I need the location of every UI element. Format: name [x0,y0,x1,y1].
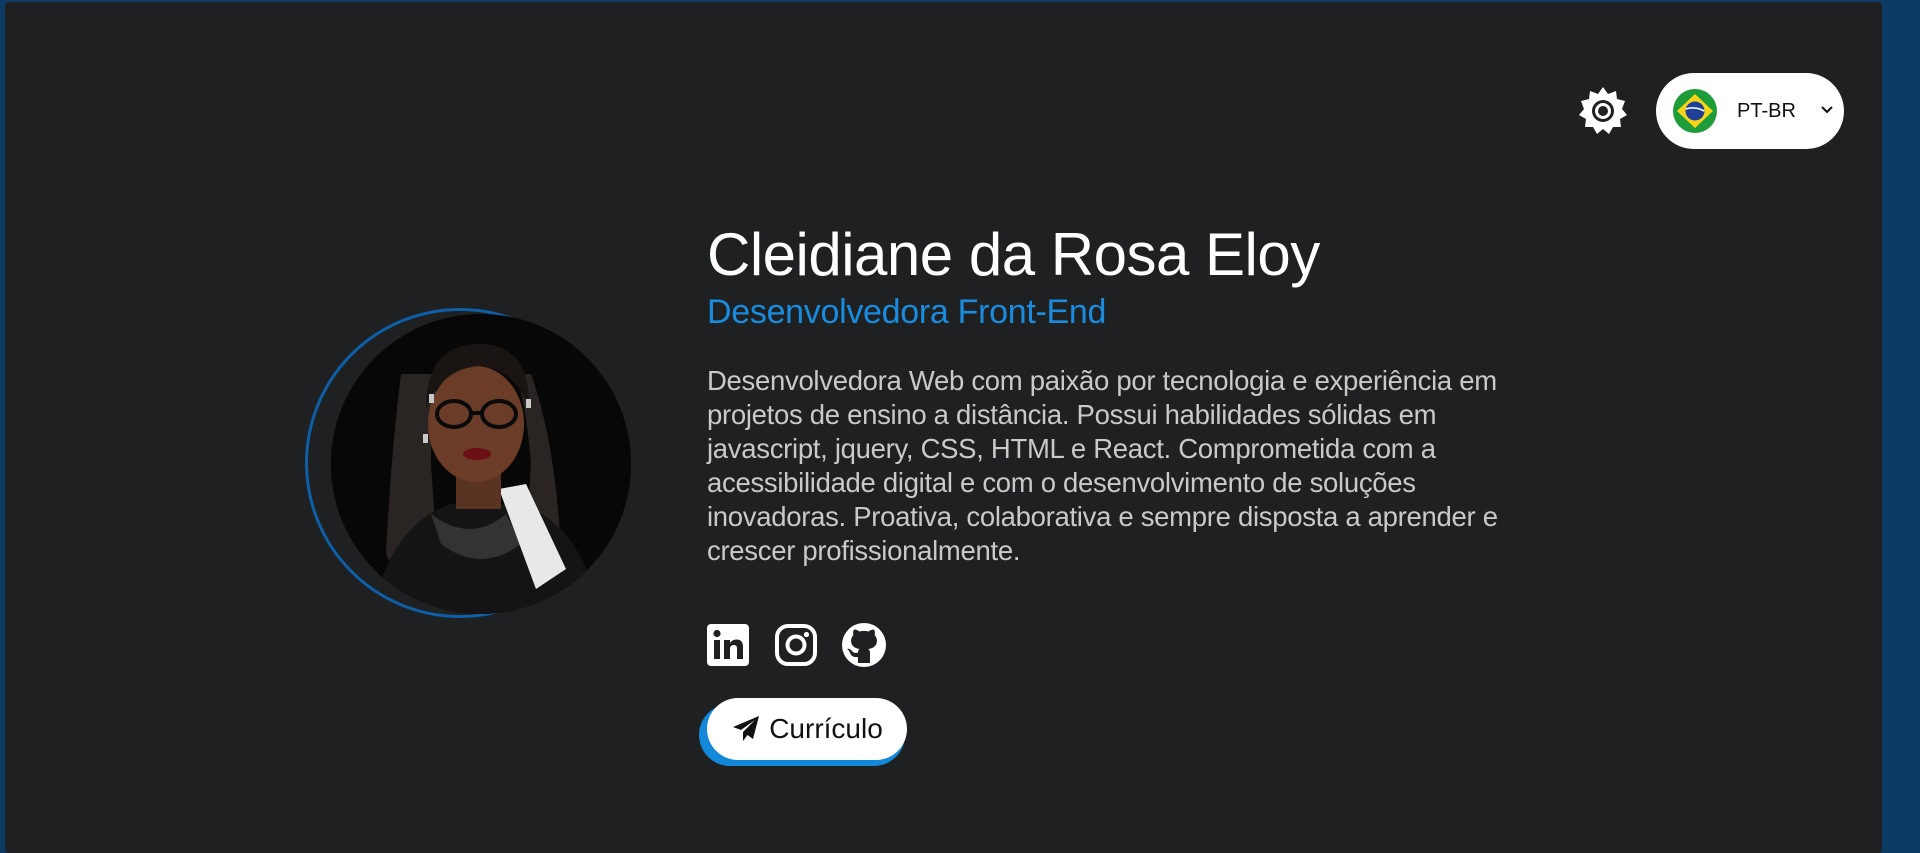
sun-icon [1579,87,1627,134]
theme-toggle-button[interactable] [1575,83,1631,139]
linkedin-icon [707,624,749,666]
language-select[interactable]: PT-BR [1656,73,1844,149]
profile-bio: Desenvolvedora Web com paixão por tecnol… [707,365,1498,566]
profile-photo [331,314,631,614]
avatar [331,314,631,614]
page-frame: PT-BR Cleidiane da Rosa Eloy Desenvolved… [5,2,1882,853]
paper-plane-icon [733,716,760,741]
profile-role: Desenvolvedora Front-End [707,293,1107,331]
chevron-down-icon [1821,106,1833,114]
github-icon [842,623,886,667]
linkedin-link[interactable] [705,622,751,668]
profile-photo-container [305,306,631,624]
cv-button[interactable]: Currículo [707,698,907,760]
cv-button-label: Currículo [769,713,883,744]
profile-name: Cleidiane da Rosa Eloy [707,221,1320,288]
instagram-link[interactable] [773,622,819,668]
language-label: PT-BR [1737,99,1796,122]
brazil-flag-icon [1673,89,1717,133]
instagram-icon [775,624,817,666]
social-links [705,622,887,668]
github-link[interactable] [841,622,887,668]
